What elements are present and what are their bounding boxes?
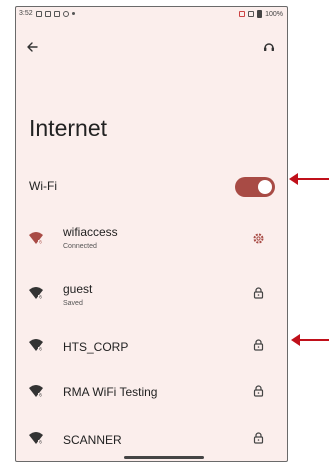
navigation-handle[interactable] xyxy=(124,456,204,459)
status-time: 3:52 xyxy=(19,10,33,17)
battery-icon xyxy=(257,10,263,18)
network-status: Saved xyxy=(63,300,83,307)
wifi-signal-icon: 6 xyxy=(29,287,43,300)
lock-indicator xyxy=(251,384,265,398)
network-row-wifiaccess[interactable]: 6 wifiaccess Connected xyxy=(16,217,287,263)
network-name: guest xyxy=(63,282,93,296)
svg-text:6: 6 xyxy=(39,347,42,352)
wifi-status-icon xyxy=(248,11,255,17)
network-row-hts-corp[interactable]: 6 HTS_CORP xyxy=(16,324,287,370)
wifi-signal-icon: 6 xyxy=(29,339,43,352)
notification-icon xyxy=(35,10,42,17)
sim-icon xyxy=(44,10,51,17)
svg-text:6: 6 xyxy=(39,295,42,300)
wifi-signal-icon: 6 xyxy=(29,432,43,445)
toggle-knob xyxy=(258,180,272,194)
battery-saver-icon xyxy=(239,11,246,17)
network-row-rma-wifi-testing[interactable]: 6 RMA WiFi Testing xyxy=(16,370,287,416)
battery-level: 100% xyxy=(265,10,283,18)
lock-icon xyxy=(253,432,263,444)
sync-icon xyxy=(62,10,69,17)
lock-icon xyxy=(253,385,263,397)
lock-icon xyxy=(253,339,263,351)
page-title: Internet xyxy=(29,115,107,141)
svg-text:6: 6 xyxy=(39,440,42,445)
status-bar: 3:52 100% xyxy=(16,7,287,21)
network-name: HTS_CORP xyxy=(63,340,129,354)
more-notifications-icon xyxy=(71,12,75,15)
annotation-arrow-hts-corp xyxy=(291,334,329,346)
svg-text:6: 6 xyxy=(39,240,42,245)
phone-screen: 3:52 100% Internet Wi-Fi 6 wifiaccess Co… xyxy=(15,6,288,462)
lock-indicator xyxy=(251,338,265,352)
annotation-arrow-wifi-toggle xyxy=(289,173,329,185)
nfc-icon xyxy=(53,10,60,17)
network-row-guest[interactable]: 6 guest Saved xyxy=(16,272,287,318)
help-button[interactable] xyxy=(259,37,279,57)
network-name: wifiaccess xyxy=(63,225,118,239)
lock-icon xyxy=(253,287,263,299)
network-settings-button[interactable] xyxy=(251,231,265,245)
svg-text:6: 6 xyxy=(39,393,42,398)
wifi-signal-icon: 6 xyxy=(29,385,43,398)
status-left: 3:52 xyxy=(19,10,75,17)
back-button[interactable] xyxy=(22,37,42,57)
wifi-label: Wi-Fi xyxy=(29,179,57,193)
arrow-back-icon xyxy=(27,42,38,52)
lock-indicator xyxy=(251,431,265,445)
wifi-toggle-row[interactable]: Wi-Fi xyxy=(16,171,287,201)
help-icon xyxy=(264,43,274,51)
network-name: RMA WiFi Testing xyxy=(63,385,158,399)
wifi-signal-icon: 6 xyxy=(29,232,43,245)
wifi-toggle[interactable] xyxy=(235,177,275,197)
network-name: SCANNER xyxy=(63,433,122,447)
status-right: 100% xyxy=(239,10,283,18)
gear-icon xyxy=(253,233,263,243)
lock-indicator xyxy=(251,286,265,300)
network-status: Connected xyxy=(63,243,97,250)
